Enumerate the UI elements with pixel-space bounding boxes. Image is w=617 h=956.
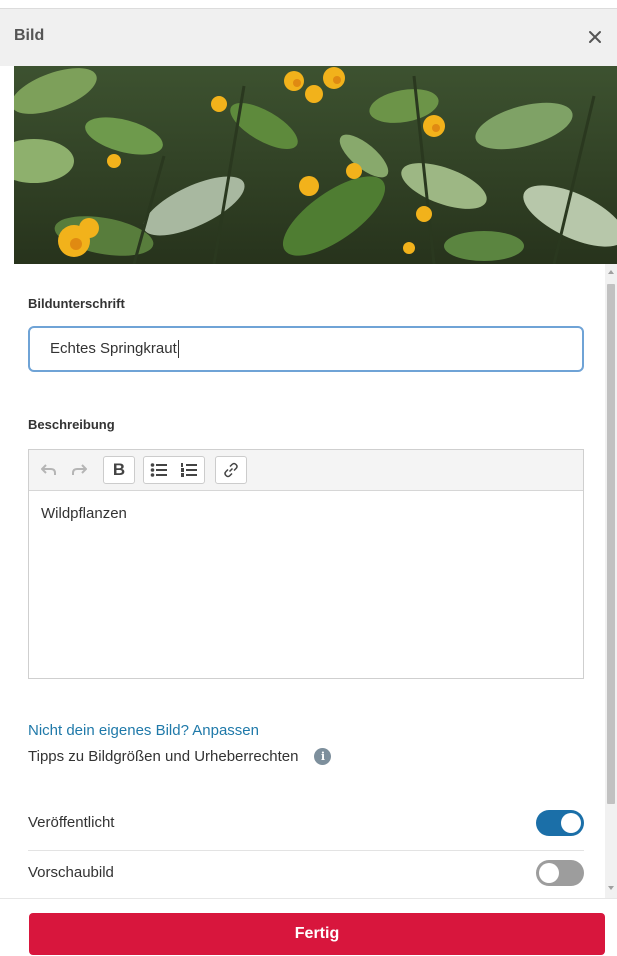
adjust-image-link[interactable]: Nicht dein eigenes Bild? Anpassen bbox=[28, 722, 259, 739]
bullet-list-button[interactable] bbox=[144, 457, 174, 483]
published-toggle[interactable] bbox=[536, 810, 584, 836]
caption-label: Bildunterschrift bbox=[28, 296, 125, 311]
text-cursor bbox=[177, 340, 179, 359]
dialog-header: Bild bbox=[0, 8, 617, 66]
description-text[interactable]: Wildpflanzen bbox=[29, 491, 583, 536]
editor-toolbar: B bbox=[29, 450, 583, 491]
caption-input[interactable]: Echtes Springkraut bbox=[28, 326, 584, 372]
preview-image-label: Vorschaubild bbox=[28, 864, 114, 881]
link-group bbox=[215, 456, 247, 484]
vertical-scrollbar[interactable] bbox=[605, 264, 617, 898]
image-preview bbox=[14, 66, 617, 264]
close-button[interactable] bbox=[583, 25, 607, 49]
description-editor[interactable]: B Wildpflanzen bbox=[28, 449, 584, 679]
format-group: B bbox=[103, 456, 135, 484]
done-button[interactable]: Fertig bbox=[29, 913, 605, 955]
toggle-knob bbox=[539, 863, 559, 883]
image-dialog: Bild Bildunterschrift Echtes Springkraut… bbox=[0, 0, 617, 956]
scroll-thumb[interactable] bbox=[607, 284, 615, 804]
redo-icon bbox=[72, 464, 87, 475]
form-scroll-area[interactable]: Bildunterschrift Echtes Springkraut Besc… bbox=[0, 264, 617, 898]
info-icon[interactable]: i bbox=[314, 748, 332, 765]
undo-button[interactable] bbox=[34, 457, 64, 483]
list-group bbox=[143, 456, 205, 484]
undo-icon bbox=[41, 464, 56, 475]
tips-row: Tipps zu Bildgrößen und Urheberrechten i bbox=[28, 748, 332, 765]
numbered-list-icon bbox=[181, 463, 197, 477]
numbered-list-button[interactable] bbox=[174, 457, 204, 483]
insert-link-button[interactable] bbox=[216, 457, 246, 483]
published-row: Veröffentlicht bbox=[28, 800, 584, 846]
published-label: Veröffentlicht bbox=[28, 814, 115, 831]
bullet-list-icon bbox=[150, 463, 167, 477]
redo-button[interactable] bbox=[64, 457, 94, 483]
description-label: Beschreibung bbox=[28, 417, 115, 432]
dialog-title: Bild bbox=[14, 27, 45, 44]
scroll-up-arrow-icon[interactable] bbox=[608, 270, 614, 274]
dialog-footer: Fertig bbox=[0, 898, 617, 956]
history-group bbox=[33, 456, 95, 484]
caption-value: Echtes Springkraut bbox=[50, 340, 177, 357]
close-icon bbox=[589, 31, 601, 43]
preview-image-row: Vorschaubild bbox=[28, 850, 584, 896]
preview-image-toggle[interactable] bbox=[536, 860, 584, 886]
scroll-down-arrow-icon[interactable] bbox=[608, 886, 614, 890]
bold-button[interactable]: B bbox=[104, 457, 134, 483]
toggle-knob bbox=[561, 813, 581, 833]
tips-text: Tipps zu Bildgrößen und Urheberrechten bbox=[28, 748, 299, 765]
link-icon bbox=[224, 462, 238, 478]
